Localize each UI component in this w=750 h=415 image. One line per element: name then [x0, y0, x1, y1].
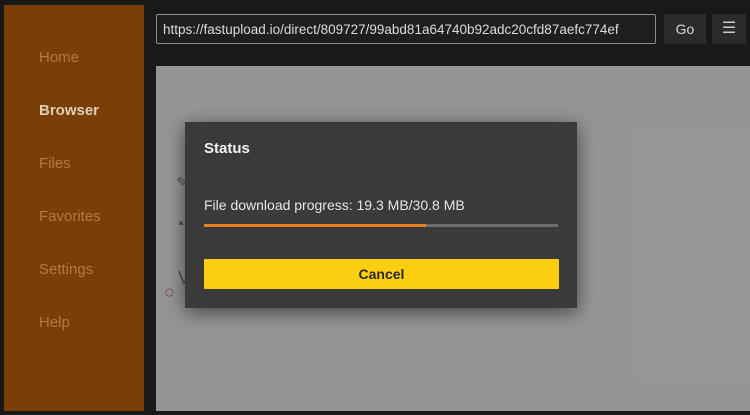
- cancel-button[interactable]: Cancel: [204, 259, 559, 289]
- sidebar-item-files[interactable]: Files: [39, 155, 71, 172]
- sidebar-item-settings[interactable]: Settings: [39, 261, 93, 278]
- sidebar-item-help[interactable]: Help: [39, 314, 70, 331]
- menu-icon[interactable]: ☰: [712, 14, 746, 44]
- sidebar-item-favorites[interactable]: Favorites: [39, 208, 101, 225]
- progress-bar-fill: [204, 224, 426, 227]
- progress-bar: [204, 224, 558, 227]
- sidebar-item-browser[interactable]: Browser: [39, 102, 99, 119]
- status-dialog: Status File download progress: 19.3 MB/3…: [185, 122, 577, 308]
- sidebar: Home Browser Files Favorites Settings He…: [4, 5, 144, 411]
- sidebar-item-home[interactable]: Home: [39, 49, 79, 66]
- go-button[interactable]: Go: [664, 14, 706, 44]
- browser-toolbar: https://fastupload.io/direct/809727/99ab…: [150, 5, 746, 61]
- dialog-title: Status: [204, 140, 250, 157]
- url-input[interactable]: https://fastupload.io/direct/809727/99ab…: [156, 14, 656, 44]
- download-progress-text: File download progress: 19.3 MB/30.8 MB: [204, 197, 465, 213]
